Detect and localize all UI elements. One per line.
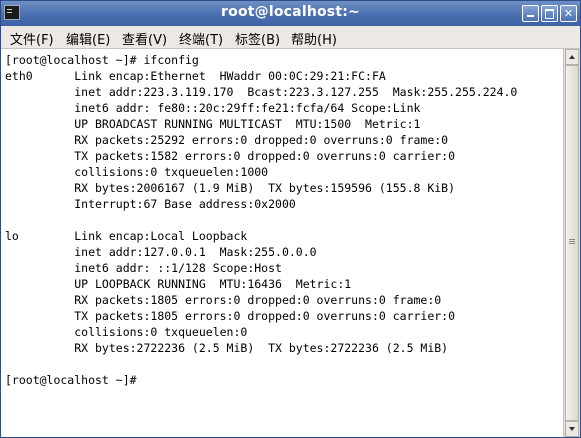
- terminal-line: TX packets:1582 errors:0 dropped:0 overr…: [5, 149, 456, 163]
- scroll-down-icon[interactable]: [565, 421, 579, 437]
- window-title: root@localhost:~: [221, 4, 360, 20]
- terminal-line: inet6 addr: fe80::20c:29ff:fe21:fcfa/64 …: [5, 101, 421, 115]
- scrollbar-thumb[interactable]: [565, 65, 579, 421]
- grip-icon: [569, 239, 575, 240]
- menu-bar: 文件(F) 编辑(E) 查看(V) 终端(T) 标签(B) 帮助(H): [1, 26, 580, 49]
- terminal-line: UP LOOPBACK RUNNING MTU:16436 Metric:1: [5, 277, 352, 291]
- terminal-line: inet addr:127.0.0.1 Mask:255.0.0.0: [5, 245, 317, 259]
- terminal-line: RX bytes:2722236 (2.5 MiB) TX bytes:2722…: [5, 341, 449, 355]
- scroll-up-icon[interactable]: [565, 49, 579, 65]
- terminal-line: RX packets:25292 errors:0 dropped:0 over…: [5, 133, 449, 147]
- menu-tabs[interactable]: 标签(B): [235, 29, 280, 48]
- terminal-line: inet6 addr: ::1/128 Scope:Host: [5, 261, 282, 275]
- menu-view[interactable]: 查看(V): [122, 29, 167, 48]
- title-bar[interactable]: root@localhost:~ ✕: [1, 1, 580, 26]
- menu-help[interactable]: 帮助(H): [291, 29, 337, 48]
- terminal-prompt: [root@localhost ~]#: [5, 373, 137, 387]
- minimize-icon[interactable]: [522, 5, 539, 22]
- close-icon[interactable]: ✕: [560, 5, 577, 22]
- vertical-scrollbar[interactable]: [563, 49, 580, 437]
- terminal-line: RX packets:1805 errors:0 dropped:0 overr…: [5, 293, 442, 307]
- terminal-output[interactable]: [root@localhost ~]# ifconfig eth0 Link e…: [1, 49, 563, 437]
- terminal-line: UP BROADCAST RUNNING MULTICAST MTU:1500 …: [5, 117, 421, 131]
- terminal-window: root@localhost:~ ✕ 文件(F) 编辑(E) 查看(V) 终端(…: [0, 0, 581, 438]
- menu-terminal[interactable]: 终端(T): [179, 29, 223, 48]
- terminal-line: collisions:0 txqueuelen:1000: [5, 165, 269, 179]
- terminal-line: Interrupt:67 Base address:0x2000: [5, 197, 296, 211]
- terminal-line: RX bytes:2006167 (1.9 MiB) TX bytes:1595…: [5, 181, 456, 195]
- menu-edit[interactable]: 编辑(E): [66, 29, 110, 48]
- terminal-line: TX packets:1805 errors:0 dropped:0 overr…: [5, 309, 456, 323]
- terminal-line: [root@localhost ~]# ifconfig: [5, 53, 199, 67]
- terminal-line: collisions:0 txqueuelen:0: [5, 325, 248, 339]
- terminal-line: eth0 Link encap:Ethernet HWaddr 00:0C:29…: [5, 69, 386, 83]
- maximize-icon[interactable]: [541, 5, 558, 22]
- terminal-line: inet addr:223.3.119.170 Bcast:223.3.127.…: [5, 85, 518, 99]
- menu-file[interactable]: 文件(F): [10, 29, 54, 48]
- terminal-line: lo Link encap:Local Loopback: [5, 229, 248, 243]
